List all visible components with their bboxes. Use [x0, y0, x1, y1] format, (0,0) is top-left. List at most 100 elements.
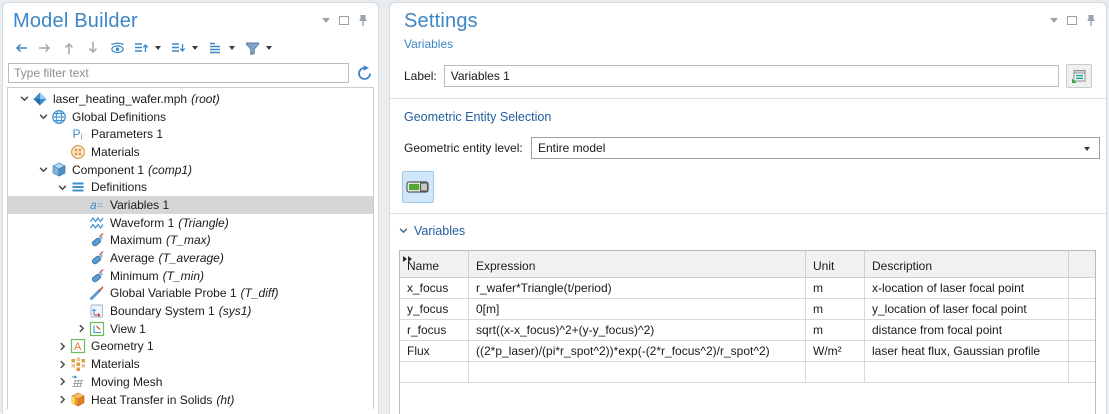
cell-expression[interactable]: 0[m]	[469, 299, 806, 320]
tree-item-maximum[interactable]: Maximum(T_max)	[8, 232, 373, 250]
section-geometric-entity-selection: Geometric Entity Selection	[404, 110, 1092, 124]
node-text-list-icon[interactable]	[205, 38, 225, 58]
node-text-caret-icon[interactable]	[229, 46, 235, 50]
cell-spare	[1069, 278, 1095, 299]
chevron-down-icon[interactable]	[54, 179, 70, 195]
cell-expression[interactable]: sqrt((x-x_focus)^2+(y-y_focus)^2)	[469, 320, 806, 341]
model-builder-panel: Model Builder	[2, 2, 379, 414]
chevron-down-icon[interactable]	[16, 91, 32, 107]
tree-item-average[interactable]: Average(T_average)	[8, 249, 373, 267]
parameters-icon: Pi	[70, 126, 86, 142]
tree-item-materials-global[interactable]: Materials	[8, 143, 373, 161]
chevron-right-icon[interactable]	[73, 321, 89, 337]
filter-row	[3, 61, 378, 85]
probe-needle-icon	[89, 285, 105, 301]
tree-item-waveform-1[interactable]: Waveform 1(Triangle)	[8, 214, 373, 232]
filter-caret-icon[interactable]	[266, 46, 272, 50]
expand-list-caret-icon[interactable]	[155, 46, 161, 50]
float-window-icon[interactable]	[339, 15, 349, 26]
chevron-down-icon[interactable]	[399, 224, 408, 238]
active-toggle-icon	[406, 179, 430, 195]
active-toggle-button[interactable]	[402, 171, 434, 203]
expand-list-icon[interactable]	[131, 38, 151, 58]
chevron-down-icon[interactable]	[35, 109, 51, 125]
filter-funnel-icon[interactable]	[242, 38, 262, 58]
move-up-arrow-icon[interactable]	[59, 38, 79, 58]
column-header-description[interactable]: Description	[865, 251, 1069, 278]
model-builder-title: Model Builder	[13, 10, 138, 32]
cell-expression[interactable]	[469, 362, 806, 383]
variables-section-title: Variables	[414, 224, 465, 238]
label-input[interactable]	[444, 65, 1059, 87]
chevron-right-icon[interactable]	[54, 338, 70, 354]
collapse-list-caret-icon[interactable]	[192, 46, 198, 50]
cell-description[interactable]: laser heat flux, Gaussian profile	[865, 341, 1069, 362]
tree-item-boundary-system-1[interactable]: Boundary System 1(sys1)	[8, 302, 373, 320]
pin-icon[interactable]	[1086, 15, 1096, 26]
collapse-list-icon[interactable]	[168, 38, 188, 58]
float-window-icon[interactable]	[1067, 15, 1077, 26]
tree-item-view-1[interactable]: View 1	[8, 320, 373, 338]
section-variables[interactable]: Variables	[399, 224, 1092, 238]
tree-item-global-definitions[interactable]: Global Definitions	[8, 108, 373, 126]
tree-item-parameters-1[interactable]: Pi Parameters 1	[8, 125, 373, 143]
tree-item-geometry-1[interactable]: A Geometry 1	[8, 338, 373, 356]
back-arrow-icon[interactable]	[11, 38, 31, 58]
column-header-expression[interactable]: Expression	[469, 251, 806, 278]
chevron-right-icon[interactable]	[54, 392, 70, 408]
pin-icon[interactable]	[358, 15, 368, 26]
column-header-name[interactable]: Name	[400, 251, 469, 278]
cell-name[interactable]: x_focus	[400, 278, 469, 299]
column-header-unit[interactable]: Unit	[806, 251, 865, 278]
create-node-button[interactable]	[1066, 64, 1092, 88]
cell-unit[interactable]: m	[806, 278, 865, 299]
cell-expression[interactable]: ((2*p_laser)/(pi*r_spot^2))*exp(-(2*r_fo…	[469, 341, 806, 362]
variables-table[interactable]: Name Expression Unit Description x_focus…	[399, 250, 1096, 414]
chevron-right-icon[interactable]	[54, 374, 70, 390]
cell-spare	[1069, 362, 1095, 383]
cell-name[interactable]	[400, 362, 469, 383]
cell-unit[interactable]	[806, 362, 865, 383]
svg-text:P: P	[73, 127, 81, 141]
tree-item-materials-component[interactable]: Materials	[8, 355, 373, 373]
svg-text:=: =	[97, 200, 103, 212]
geometric-entity-level-select[interactable]: Entire model	[531, 137, 1100, 159]
tree-item-variables-1[interactable]: a= Variables 1	[8, 196, 373, 214]
cell-name[interactable]: y_focus	[400, 299, 469, 320]
tree-item-global-variable-probe-1[interactable]: Global Variable Probe 1(T_diff)	[8, 285, 373, 303]
cell-name[interactable]: Flux	[400, 341, 469, 362]
refresh-icon[interactable]	[354, 63, 374, 83]
tree-item-minimum[interactable]: Minimum(T_min)	[8, 267, 373, 285]
chevron-down-icon[interactable]	[35, 162, 51, 178]
cell-description[interactable]: distance from focal point	[865, 320, 1069, 341]
forward-arrow-icon[interactable]	[35, 38, 55, 58]
cell-description[interactable]	[865, 362, 1069, 383]
panel-menu-caret-icon[interactable]	[1050, 15, 1058, 26]
cell-description[interactable]: y_location of laser focal point	[865, 299, 1069, 320]
globe-icon	[51, 109, 67, 125]
tree-item-definitions[interactable]: Definitions	[8, 178, 373, 196]
svg-text:a: a	[90, 198, 97, 212]
tree-item-root[interactable]: laser_heating_wafer.mph(root)	[8, 90, 373, 108]
tree-item-heat-transfer-in-solids[interactable]: Heat Transfer in Solids(ht)	[8, 391, 373, 409]
cell-unit[interactable]: m	[806, 320, 865, 341]
cell-unit[interactable]: m	[806, 299, 865, 320]
model-builder-toolbar	[3, 35, 378, 61]
move-down-arrow-icon[interactable]	[83, 38, 103, 58]
table-empty-area[interactable]	[400, 383, 1095, 414]
cell-unit[interactable]: W/m²	[806, 341, 865, 362]
settings-panel: Settings Variables Label:	[389, 2, 1107, 414]
tree-item-moving-mesh[interactable]: Moving Mesh	[8, 373, 373, 391]
cell-expression[interactable]: r_wafer*Triangle(t/period)	[469, 278, 806, 299]
chevron-right-icon[interactable]	[54, 356, 70, 372]
tree-item-component-1[interactable]: Component 1(comp1)	[8, 161, 373, 179]
cell-spare	[1069, 299, 1095, 320]
show-eye-icon[interactable]	[107, 38, 127, 58]
cell-description[interactable]: x-location of laser focal point	[865, 278, 1069, 299]
settings-title: Settings	[404, 10, 478, 32]
materials-grid-icon	[70, 356, 86, 372]
geometry-icon: A	[70, 338, 86, 354]
filter-input[interactable]	[8, 63, 349, 83]
cell-name[interactable]: r_focus	[400, 320, 469, 341]
panel-menu-caret-icon[interactable]	[322, 15, 330, 26]
